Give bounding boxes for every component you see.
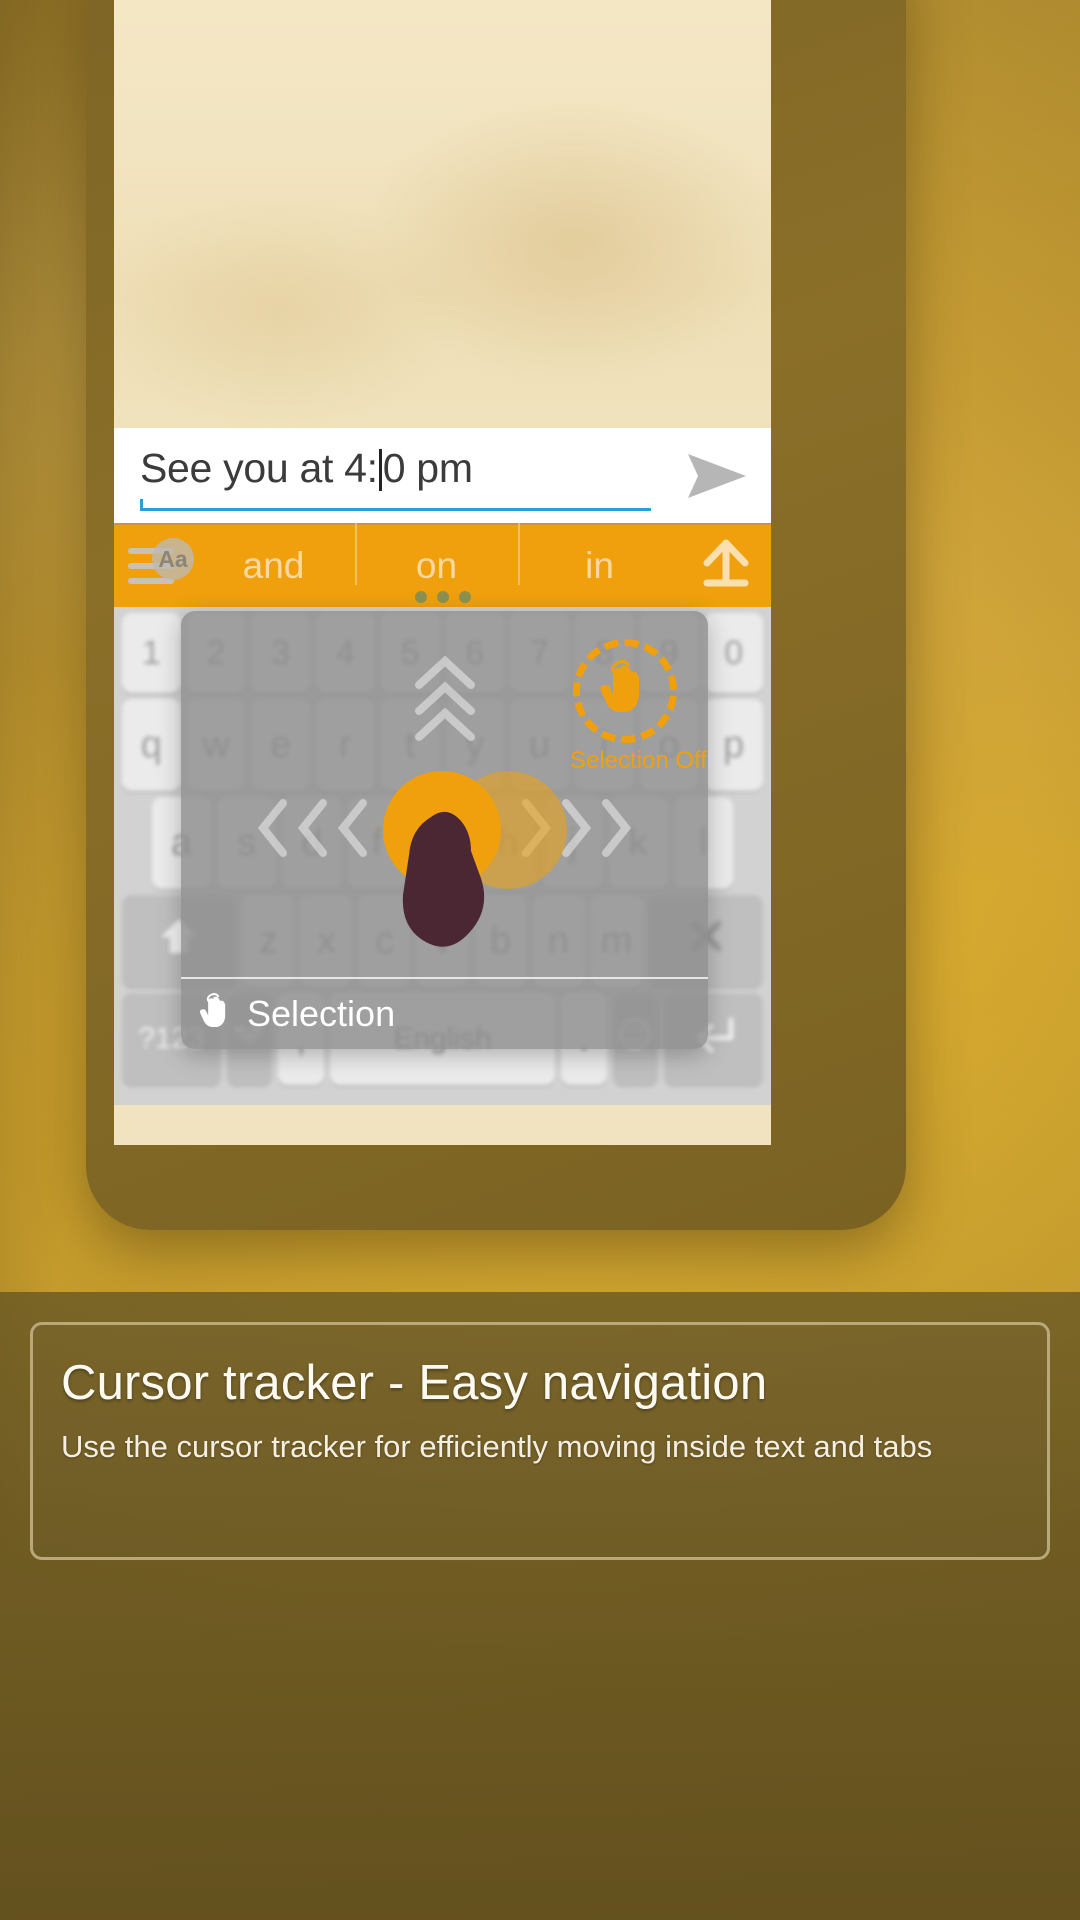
selection-toggle-circle — [573, 639, 677, 743]
key-1[interactable]: 1 — [122, 613, 181, 693]
finger-touch-icon — [395, 803, 525, 968]
suggestion-item-1[interactable]: on — [355, 523, 518, 587]
chevron-right-icon — [602, 799, 632, 857]
key-q[interactable]: q — [122, 699, 181, 791]
text-caret — [378, 449, 382, 491]
message-text-before-caret: See you at 4: — [140, 445, 378, 491]
key-0[interactable]: 0 — [704, 613, 764, 693]
caption-title: Cursor tracker - Easy navigation — [61, 1356, 768, 1410]
send-button[interactable] — [663, 452, 771, 500]
phone-screen: See you at 4: 0 pm Aa and on in 1 0 q p … — [114, 0, 771, 1145]
cursor-tracker-footer[interactable]: Selection — [181, 977, 708, 1049]
send-icon — [686, 452, 748, 500]
page-dot — [458, 591, 471, 603]
chat-conversation-area — [114, 0, 771, 428]
selection-toggle-label: Selection Off — [570, 747, 707, 774]
cursor-up-chevrons[interactable] — [413, 653, 477, 741]
message-text-after-caret: 0 pm — [382, 445, 473, 491]
cursor-tracker-panel[interactable]: Selection Off Selection — [181, 611, 708, 1049]
touch-hand-icon — [199, 992, 233, 1037]
suggestion-label: and — [242, 545, 305, 586]
caption-box: Cursor tracker - Easy navigation Use the… — [30, 1322, 1050, 1560]
chevron-left-icon — [337, 799, 367, 857]
chevron-left-icon — [297, 799, 327, 857]
input-underline — [140, 499, 651, 511]
selection-toggle-button[interactable]: Selection Off — [570, 639, 707, 775]
suggestion-item-2[interactable]: in — [518, 523, 681, 587]
page-dot — [436, 591, 449, 603]
keyboard-menu-button[interactable]: Aa — [114, 524, 194, 608]
chat-blur-overlay — [114, 0, 771, 428]
expand-suggestions-button[interactable] — [681, 535, 771, 598]
aa-badge: Aa — [152, 538, 194, 580]
cursor-tracker-footer-label: Selection — [247, 993, 396, 1034]
suggestion-page-dots — [414, 591, 471, 603]
suggestion-label: on — [415, 545, 458, 586]
cursor-left-chevrons[interactable] — [253, 797, 373, 859]
chevron-up-icon — [414, 707, 475, 741]
touch-hand-icon — [599, 659, 651, 723]
on-screen-keyboard[interactable]: 1 2 3 4 5 6 7 8 9 0 q w e r t y u i o — [114, 607, 771, 1105]
suggestion-bar[interactable]: Aa and on in — [114, 523, 771, 607]
suggestion-item-0[interactable]: and — [192, 545, 355, 587]
message-input-row[interactable]: See you at 4: 0 pm — [114, 428, 771, 523]
key-p[interactable]: p — [704, 699, 764, 791]
message-input-text: See you at 4: 0 pm — [140, 448, 663, 503]
message-input-field[interactable]: See you at 4: 0 pm — [140, 448, 663, 511]
caption-subtitle: Use the cursor tracker for efficiently m… — [61, 1429, 933, 1464]
page-dot — [414, 591, 427, 603]
arrow-up-bar-icon — [697, 535, 755, 598]
suggestion-label: in — [585, 545, 614, 586]
chevron-left-icon — [257, 799, 287, 857]
